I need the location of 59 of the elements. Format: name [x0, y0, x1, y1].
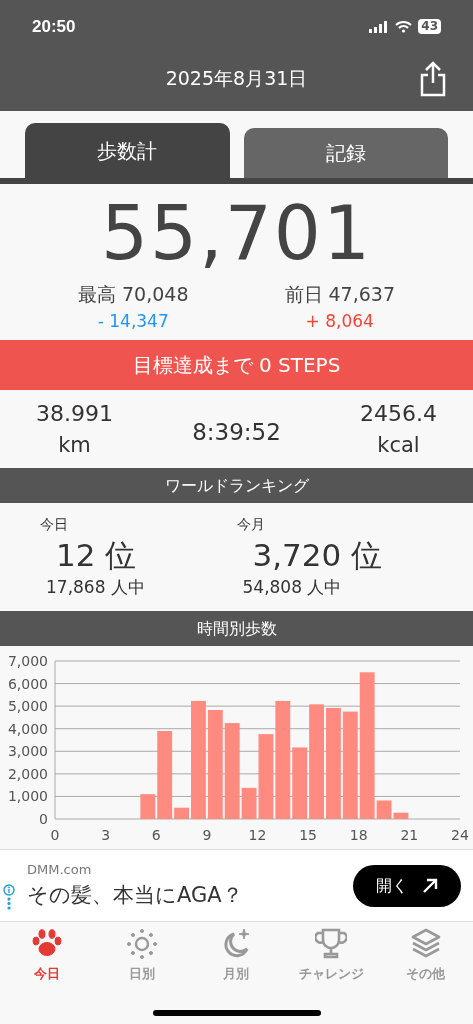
previous-label: 前日 — [284, 282, 323, 307]
x-tick-label: 12 — [248, 827, 267, 843]
y-tick-label: 6,000 — [7, 675, 48, 692]
calories-value: 2456.4 — [360, 399, 437, 428]
y-tick-label: 4,000 — [7, 720, 48, 737]
x-tick-label: 24 — [451, 827, 469, 843]
section-header: ワールドランキング — [0, 468, 473, 503]
previous-difference: + 8,064 — [305, 309, 374, 333]
section-header: 時間別歩数 — [0, 611, 473, 646]
ad-headline: その髪、本当にAGA？ — [27, 881, 243, 909]
y-tick-label: 3,000 — [7, 743, 48, 760]
best-difference: - 14,347 — [97, 309, 169, 333]
nav-tab[interactable]: チャレンジ — [283, 928, 379, 984]
best-value: 70,048 — [122, 282, 189, 307]
x-tick-label: 0 — [50, 827, 60, 843]
y-tick-label: 0 — [39, 811, 48, 827]
ranking-position: 12 位 — [56, 535, 137, 575]
x-tick-label: 9 — [202, 827, 212, 843]
tab[interactable]: 歩数計 — [25, 123, 230, 178]
y-tick-label: 1,000 — [7, 788, 48, 805]
layers-icon — [409, 928, 442, 960]
advertiser-name: DMM.com — [27, 861, 93, 879]
distance-unit: km — [58, 431, 91, 459]
nav-tab[interactable]: 今日 — [0, 928, 95, 984]
open-button[interactable]: 開く — [353, 864, 461, 907]
x-tick-label: 3 — [101, 827, 111, 843]
goal-banner: 目標達成まで 0 STEPS — [0, 340, 473, 390]
ranking-total: 54,808 人中 — [242, 575, 342, 599]
info-icon[interactable] — [3, 884, 15, 910]
x-tick-label: 18 — [349, 827, 368, 843]
wifi-icon — [395, 20, 413, 33]
ranking-period: 今日 — [40, 514, 68, 534]
nav-tab[interactable]: 日別 — [94, 928, 190, 984]
date-title: 2025年8月31日 — [165, 65, 308, 91]
sun-icon — [125, 928, 158, 960]
y-tick-label: 5,000 — [7, 698, 48, 715]
previous-value: 47,637 — [328, 282, 395, 307]
share-icon[interactable] — [418, 61, 448, 97]
y-tick-label: 2,000 — [7, 765, 48, 782]
ranking-position: 3,720 位 — [252, 535, 383, 575]
duration-value: 8:39:52 — [192, 417, 281, 447]
trophy-icon — [315, 928, 348, 960]
calories-unit: kcal — [377, 431, 420, 459]
nav-tab[interactable]: その他 — [378, 928, 473, 984]
x-tick-label: 15 — [299, 827, 318, 843]
battery-level: 43 — [418, 19, 441, 34]
ranking-period: 今月 — [236, 514, 265, 534]
signal-icon — [369, 20, 390, 33]
step-count: 55,701 — [100, 189, 373, 278]
x-tick-label: 6 — [151, 827, 161, 843]
distance-value: 38.991 — [36, 399, 113, 428]
external-arrow-icon — [422, 877, 438, 894]
tab[interactable]: 記録 — [243, 128, 448, 178]
x-tick-label: 21 — [400, 827, 419, 843]
ranking-total: 17,868 人中 — [46, 575, 145, 599]
nav-tab[interactable]: 月別 — [189, 928, 284, 984]
best-label: 最高 — [78, 282, 116, 307]
y-tick-label: 7,000 — [7, 653, 48, 669]
status-time: 20:50 — [32, 15, 76, 38]
